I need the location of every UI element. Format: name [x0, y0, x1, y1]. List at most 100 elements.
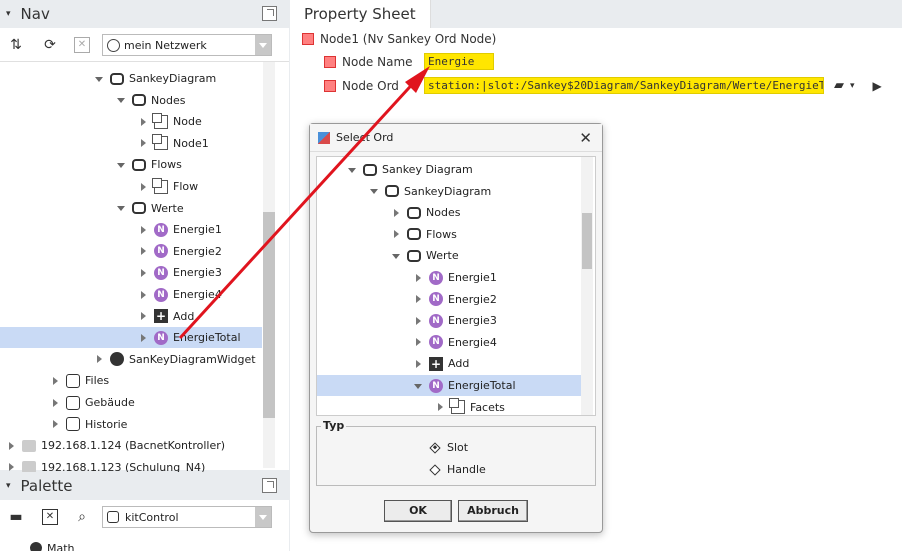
palette-title[interactable]: Palette: [17, 477, 73, 495]
radio-handle[interactable]: Handle: [429, 463, 486, 476]
tree-item[interactable]: Node1: [0, 133, 262, 154]
expanded-caret-icon[interactable]: [94, 74, 104, 84]
tree-item[interactable]: + Add: [317, 353, 581, 374]
cancel-button[interactable]: Abbruch: [458, 500, 528, 522]
tree-item[interactable]: Flow: [0, 176, 262, 197]
collapsed-caret-icon[interactable]: [138, 225, 148, 235]
collapsed-caret-icon[interactable]: [138, 311, 148, 321]
collapsed-caret-icon[interactable]: [413, 273, 423, 283]
tree-item[interactable]: N EnergieTotal: [317, 375, 581, 396]
tree-item[interactable]: N Energie1: [317, 267, 581, 288]
tree-item[interactable]: N Energie4: [0, 284, 262, 305]
tree-item[interactable]: SanKeyDiagramWidget: [0, 349, 262, 370]
collapsed-caret-icon[interactable]: [6, 462, 16, 472]
tab-property-sheet[interactable]: Property Sheet: [290, 0, 431, 28]
tree-item[interactable]: N Energie3: [317, 310, 581, 331]
collapsed-caret-icon[interactable]: [138, 290, 148, 300]
numeric-icon: N: [429, 313, 443, 328]
node-icon: [449, 398, 465, 415]
collapsed-caret-icon[interactable]: [50, 398, 60, 408]
collapsed-caret-icon[interactable]: [50, 419, 60, 429]
collapse-caret-icon[interactable]: ▾: [6, 481, 11, 491]
tree-item[interactable]: Node: [0, 111, 262, 132]
tree-item[interactable]: Werte: [317, 245, 581, 266]
expanded-caret-icon[interactable]: [116, 160, 126, 170]
collapsed-caret-icon[interactable]: [94, 354, 104, 364]
close-icon[interactable]: ✕: [42, 509, 58, 525]
collapsed-caret-icon[interactable]: [138, 246, 148, 256]
chevron-down-icon[interactable]: [255, 35, 271, 55]
collapsed-caret-icon[interactable]: [138, 138, 148, 148]
radio-slot[interactable]: Slot: [429, 441, 469, 454]
refresh-icon[interactable]: ⟳: [42, 37, 58, 53]
chevron-down-icon[interactable]: ▾: [850, 81, 855, 91]
collapsed-caret-icon[interactable]: [413, 337, 423, 347]
ok-button[interactable]: OK: [384, 500, 452, 522]
nav-scroll-thumb[interactable]: [263, 212, 275, 418]
collapsed-caret-icon[interactable]: [138, 268, 148, 278]
collapsed-caret-icon[interactable]: [391, 208, 401, 218]
tree-item[interactable]: Gebäude: [0, 392, 262, 413]
nav-title[interactable]: Nav: [17, 5, 50, 23]
tree-item[interactable]: + Add: [0, 306, 262, 327]
tree-item[interactable]: 192.168.1.124 (BacnetKontroller): [0, 435, 262, 456]
expanded-caret-icon[interactable]: [391, 251, 401, 261]
dialog-scrollbar[interactable]: [581, 157, 593, 415]
tree-item[interactable]: N Energie4: [317, 332, 581, 353]
tree-item[interactable]: Nodes: [0, 90, 262, 111]
tree-item[interactable]: N Energie3: [0, 262, 262, 283]
node-name-field[interactable]: Energie: [424, 53, 494, 70]
tree-item-label: Werte: [426, 249, 459, 263]
tree-item[interactable]: Werte: [0, 198, 262, 219]
tree-item[interactable]: Flows: [0, 154, 262, 175]
maximize-icon[interactable]: [262, 6, 277, 21]
collapsed-caret-icon[interactable]: [413, 316, 423, 326]
tree-item[interactable]: N Energie2: [317, 289, 581, 310]
close-icon[interactable]: ✕: [579, 129, 592, 147]
collapsed-caret-icon[interactable]: [435, 402, 445, 412]
play-icon[interactable]: ▶: [873, 79, 882, 93]
nav-scrollbar[interactable]: [263, 62, 275, 468]
collapsed-caret-icon[interactable]: [138, 117, 148, 127]
find-icon[interactable]: ⌕: [74, 509, 90, 525]
collapsed-caret-icon[interactable]: [413, 294, 423, 304]
station-icon: [22, 439, 36, 452]
expanded-caret-icon[interactable]: [116, 95, 126, 105]
collapsed-caret-icon[interactable]: [138, 182, 148, 192]
sync-arrows-icon[interactable]: ⇅: [8, 37, 24, 53]
tree-item[interactable]: SankeyDiagram: [317, 181, 581, 202]
collapsed-caret-icon[interactable]: [413, 359, 423, 369]
palette-item[interactable]: Math: [30, 542, 75, 551]
tree-item[interactable]: N Energie1: [0, 219, 262, 240]
tree-item[interactable]: N Energie2: [0, 241, 262, 262]
collapsed-caret-icon[interactable]: [391, 229, 401, 239]
collapsed-caret-icon[interactable]: [6, 441, 16, 451]
collapsed-caret-icon[interactable]: [50, 376, 60, 386]
network-select[interactable]: mein Netzwerk: [102, 34, 272, 56]
palette-select[interactable]: kitControl: [102, 506, 272, 528]
folder-icon[interactable]: ▰: [834, 78, 844, 93]
tree-item[interactable]: Historie: [0, 414, 262, 435]
tree-item[interactable]: SankeyDiagram: [0, 68, 262, 89]
maximize-icon[interactable]: [262, 478, 277, 493]
dialog-scroll-thumb[interactable]: [582, 213, 592, 269]
open-folder-icon[interactable]: ▬: [8, 509, 24, 525]
expanded-caret-icon[interactable]: [413, 381, 423, 391]
close-icon[interactable]: ✕: [74, 37, 90, 53]
tree-item[interactable]: Facets: [317, 397, 581, 415]
tree-item[interactable]: Sankey Diagram: [317, 159, 581, 180]
radio-label: Slot: [447, 441, 469, 454]
expanded-caret-icon[interactable]: [116, 203, 126, 213]
tree-item[interactable]: N EnergieTotal: [0, 327, 262, 349]
collapse-caret-icon[interactable]: ▾: [6, 9, 11, 19]
tree-item[interactable]: Nodes: [317, 202, 581, 223]
node-ord-field[interactable]: station:|slot:/Sankey$20Diagram/SankeyDi…: [424, 77, 824, 94]
tree-item[interactable]: Files: [0, 370, 262, 391]
tree-item[interactable]: Flows: [317, 224, 581, 245]
numeric-icon: N: [429, 292, 443, 307]
collapsed-caret-icon[interactable]: [138, 333, 148, 343]
tree-item[interactable]: 192.168.1.123 (Schulung_N4): [0, 457, 262, 472]
expanded-caret-icon[interactable]: [369, 186, 379, 196]
expanded-caret-icon[interactable]: [347, 165, 357, 175]
chevron-down-icon[interactable]: [255, 507, 271, 527]
